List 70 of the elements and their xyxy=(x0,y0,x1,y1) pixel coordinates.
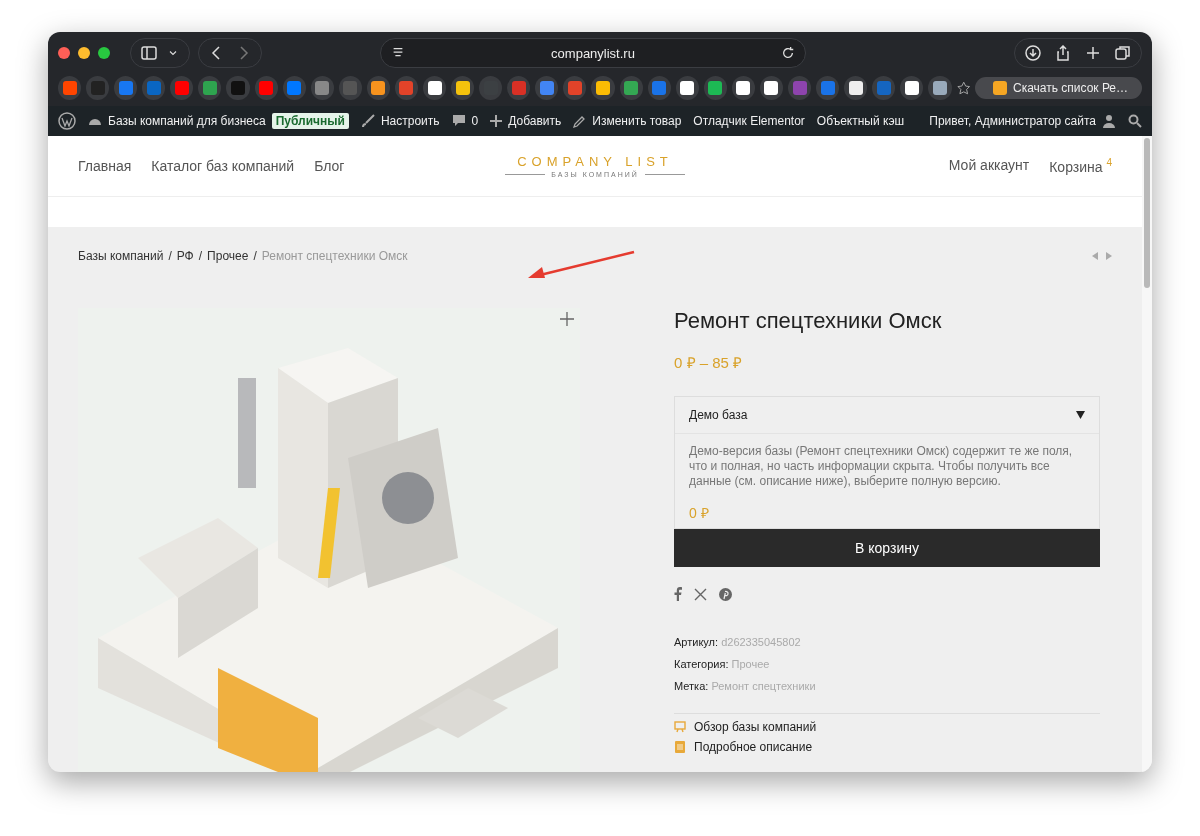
minimize-button[interactable] xyxy=(78,47,90,59)
bookmark-icon[interactable] xyxy=(900,76,924,100)
bookmark-icon[interactable] xyxy=(844,76,868,100)
admin-bar-item[interactable]: Отладчик Elementor xyxy=(693,114,805,128)
greeting-link[interactable]: Привет, Администратор сайта xyxy=(929,114,1096,128)
pinterest-icon[interactable] xyxy=(719,587,732,601)
product-tab[interactable]: Обзор базы компаний xyxy=(694,720,817,734)
browser-tab[interactable]: Скачать список Ре… xyxy=(974,77,1143,99)
breadcrumb-separator: / xyxy=(198,249,203,263)
bookmark-icon[interactable] xyxy=(675,76,699,100)
nav-link[interactable]: Блог xyxy=(314,158,345,174)
admin-bar-item[interactable]: Изменить товар xyxy=(592,114,682,128)
breadcrumb-separator: / xyxy=(168,249,172,263)
search-icon[interactable] xyxy=(1128,114,1142,128)
bookmark-icon[interactable] xyxy=(703,76,727,100)
admin-bar-item[interactable]: Добавить xyxy=(508,114,562,128)
add-to-cart-button[interactable]: В корзину xyxy=(674,529,1100,567)
nav-link[interactable]: Каталог баз компаний xyxy=(151,158,295,174)
maximize-button[interactable] xyxy=(98,47,110,59)
close-button[interactable] xyxy=(58,47,70,59)
bookmark-icon[interactable] xyxy=(731,76,755,100)
price-range: 0 ₽ – 85 ₽ xyxy=(674,353,744,372)
dropdown-icon xyxy=(1076,411,1085,419)
plus-icon xyxy=(490,115,503,127)
breadcrumb-separator: / xyxy=(253,249,257,263)
share-icon[interactable] xyxy=(1055,45,1071,61)
tabs-icon[interactable] xyxy=(1115,45,1131,61)
bookmark-icon[interactable] xyxy=(451,76,475,100)
variant-select[interactable]: Демо база xyxy=(675,397,1099,434)
x-icon[interactable] xyxy=(694,587,707,601)
breadcrumb-link[interactable]: РФ xyxy=(176,249,194,263)
meta-label: Артикул: xyxy=(674,636,719,648)
download-icon[interactable] xyxy=(1025,45,1041,61)
user-icon[interactable] xyxy=(1102,114,1116,128)
status-badge: Публичный xyxy=(271,113,349,129)
product-title: Ремонт спецтехники Омск xyxy=(674,308,943,334)
bookmark-icon[interactable] xyxy=(591,76,615,100)
product-tab[interactable]: Подробное описание xyxy=(694,740,813,754)
comment-icon xyxy=(451,114,466,128)
cart-link[interactable]: Корзина $^{4}$ xyxy=(1049,157,1112,175)
pencil-icon xyxy=(573,114,587,128)
bookmark-icon[interactable] xyxy=(366,76,390,100)
bookmark-icon[interactable] xyxy=(928,76,952,100)
meta-label: Метка: xyxy=(674,680,709,692)
account-link[interactable]: Мой аккаунт xyxy=(948,157,1030,175)
variant-price: 0 ₽ xyxy=(688,504,710,523)
presentation-icon xyxy=(674,721,686,733)
site-name-link[interactable]: Базы компаний для бизнеса xyxy=(108,114,266,128)
bookmark-icon[interactable] xyxy=(423,76,447,100)
bookmark-icon[interactable] xyxy=(759,76,784,100)
zoom-icon[interactable] xyxy=(560,312,574,326)
meta-label: Категория: xyxy=(674,658,729,670)
breadcrumb-link[interactable]: Прочее xyxy=(207,249,249,263)
nav-link[interactable]: Главная xyxy=(78,158,132,174)
scrollbar[interactable] xyxy=(1142,136,1152,772)
sidebar-icon[interactable] xyxy=(141,45,157,61)
star-icon[interactable] xyxy=(956,81,970,95)
address-bar[interactable]: companylist.ru xyxy=(380,38,806,68)
admin-bar-item[interactable]: Настроить xyxy=(380,114,440,128)
brush-icon xyxy=(360,114,375,128)
breadcrumb-link[interactable]: Базы компаний xyxy=(78,249,164,263)
breadcrumb-current: Ремонт спецтехники Омск xyxy=(261,249,408,263)
facebook-icon[interactable] xyxy=(674,587,682,601)
variant-description: Демо-версия базы (Ремонт спецтехники Омск) содержит те же поля, что и полная, но часть информации скрыта. Чтобы получить все данные (см. описание ниже), выберите полную версию. xyxy=(688,443,1074,489)
admin-bar-item[interactable]: 0 xyxy=(471,114,479,128)
wordpress-icon[interactable] xyxy=(58,112,76,130)
new-tab-icon[interactable] xyxy=(1085,45,1101,61)
admin-bar-item[interactable]: Объектный кэш xyxy=(816,114,905,128)
document-icon xyxy=(674,741,686,753)
reload-icon[interactable] xyxy=(781,45,795,61)
